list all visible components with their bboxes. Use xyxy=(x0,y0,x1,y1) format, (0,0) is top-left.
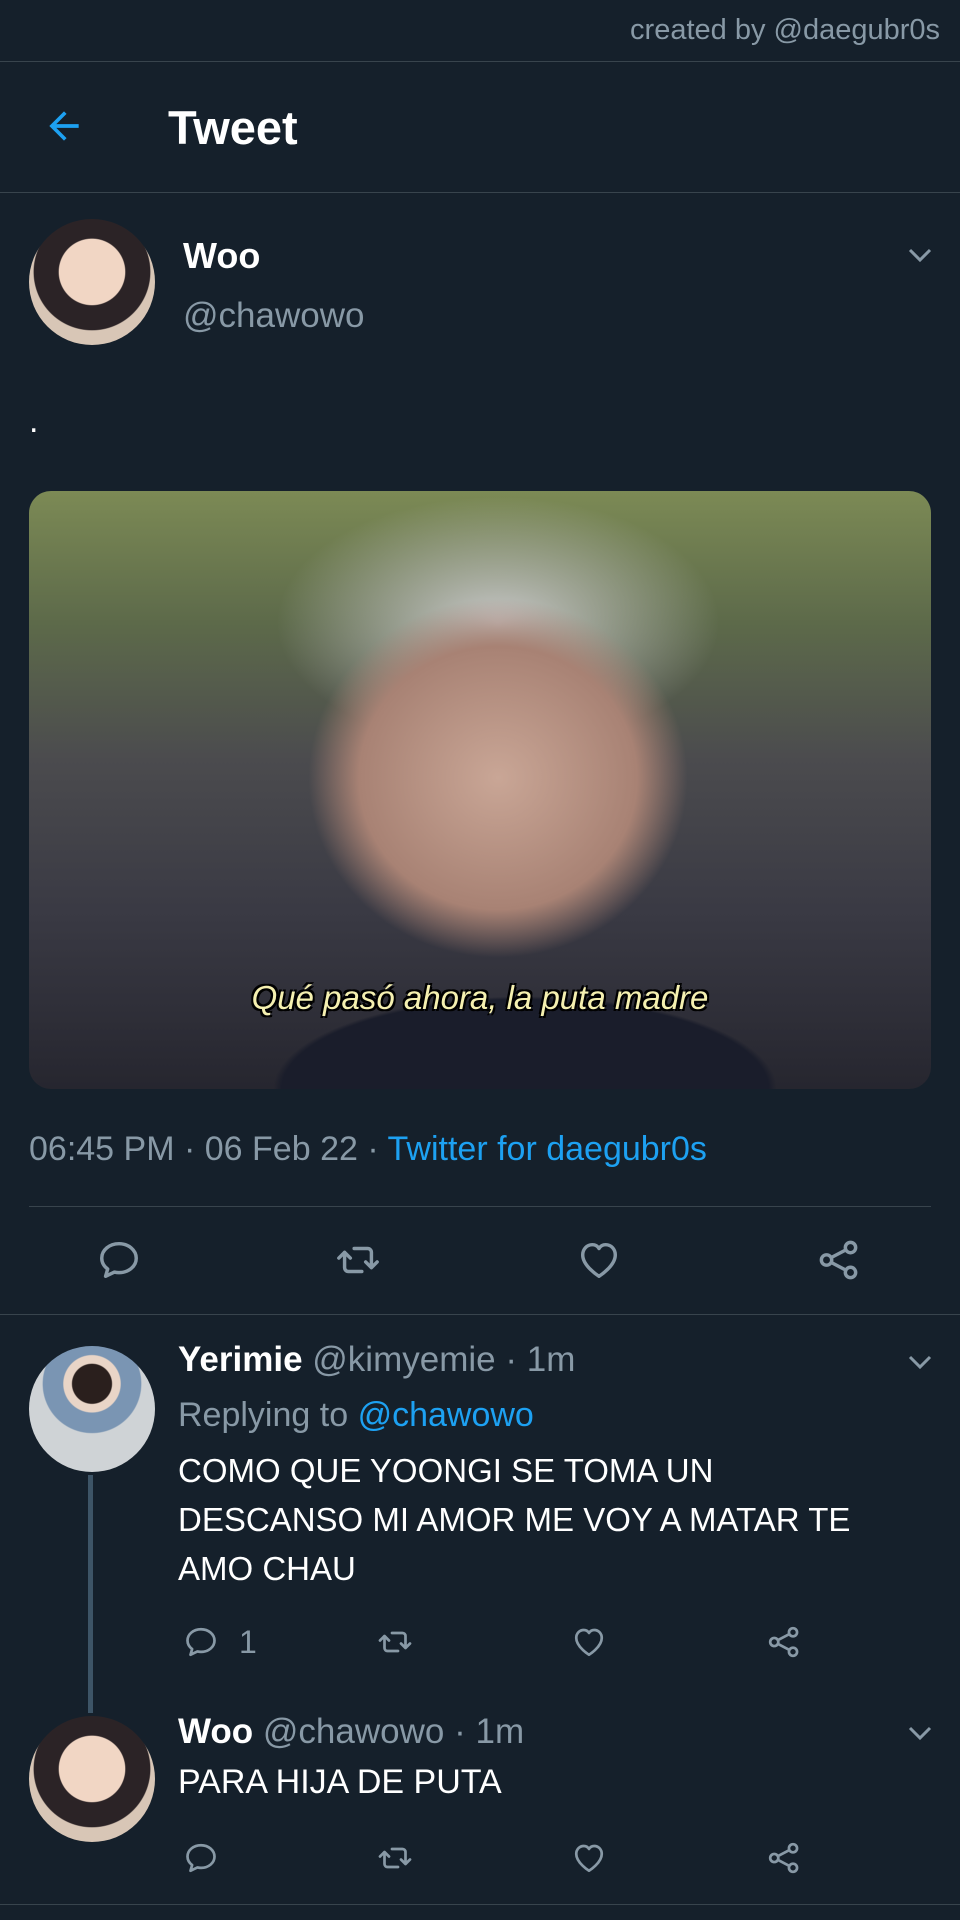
avatar[interactable] xyxy=(29,1346,155,1472)
reply-author-name[interactable]: Woo xyxy=(178,1712,253,1751)
reply-text: PARA HIJA DE PUTA xyxy=(178,1763,502,1801)
separator: · xyxy=(183,1130,196,1168)
reply-header: Woo @chawowo · 1m xyxy=(178,1712,524,1752)
image-caption: Qué pasó ahora, la puta madre xyxy=(251,979,709,1016)
reply-icon[interactable] xyxy=(183,1840,219,1876)
tweet-image[interactable]: Qué pasó ahora, la puta madre xyxy=(29,491,931,1089)
reply-icon[interactable] xyxy=(96,1237,142,1283)
retweet-icon[interactable] xyxy=(335,1237,381,1283)
chevron-down-icon[interactable] xyxy=(907,246,933,264)
author-handle[interactable]: @chawowo xyxy=(183,296,364,336)
page-title: Tweet xyxy=(168,101,298,154)
avatar[interactable] xyxy=(29,219,155,345)
share-icon[interactable] xyxy=(766,1624,802,1660)
heart-icon[interactable] xyxy=(571,1840,607,1876)
meta-divider xyxy=(29,1206,931,1207)
reply-text: COMO QUE YOONGI SE TOMA UN DESCANSO MI A… xyxy=(178,1446,850,1593)
reply-text-line: COMO QUE YOONGI SE TOMA UN xyxy=(178,1452,714,1489)
header-bar: Tweet xyxy=(0,62,960,192)
credit-text: created by @daegubr0s xyxy=(630,14,940,46)
reply-text-line: AMO CHAU xyxy=(178,1550,356,1587)
arrow-left-icon[interactable] xyxy=(42,104,86,148)
reply-author-handle[interactable]: @chawowo xyxy=(263,1712,444,1751)
author-name[interactable]: Woo xyxy=(183,235,260,277)
tweet-text: . xyxy=(29,402,39,440)
separator: · xyxy=(367,1130,379,1168)
chevron-down-icon[interactable] xyxy=(907,1724,933,1742)
share-icon[interactable] xyxy=(766,1840,802,1876)
tweet-meta: 06:45 PM · 06 Feb 22 · Twitter for daegu… xyxy=(29,1130,707,1169)
tweet-date: 06 Feb 22 xyxy=(204,1130,358,1168)
retweet-icon[interactable] xyxy=(377,1840,413,1876)
header-divider xyxy=(0,192,960,193)
reply-time: · 1m xyxy=(454,1712,525,1751)
tweet-time: 06:45 PM xyxy=(29,1130,175,1168)
reply-text-line: DESCANSO MI AMOR ME VOY A MATAR TE xyxy=(178,1501,851,1538)
tweet-source-link[interactable]: Twitter for daegubr0s xyxy=(388,1130,707,1168)
chevron-down-icon[interactable] xyxy=(907,1353,933,1371)
reply-header: Yerimie @kimyemie · 1m xyxy=(178,1340,575,1380)
heart-icon[interactable] xyxy=(571,1624,607,1660)
reply-author-name[interactable]: Yerimie xyxy=(178,1340,303,1379)
actions-divider xyxy=(0,1314,960,1315)
reply-time: · 1m xyxy=(505,1340,576,1379)
replying-label: Replying to xyxy=(178,1396,349,1434)
share-icon[interactable] xyxy=(816,1237,862,1283)
reply-count: 1 xyxy=(239,1624,257,1660)
reply-author-handle[interactable]: @kimyemie xyxy=(312,1340,495,1379)
bottom-divider xyxy=(0,1904,960,1905)
heart-icon[interactable] xyxy=(576,1237,622,1283)
thread-line xyxy=(88,1475,93,1713)
avatar[interactable] xyxy=(29,1716,155,1842)
replying-to-link[interactable]: @chawowo xyxy=(358,1396,534,1434)
reply-icon[interactable] xyxy=(183,1624,219,1660)
retweet-icon[interactable] xyxy=(377,1624,413,1660)
replying-to: Replying to @chawowo xyxy=(178,1396,534,1435)
